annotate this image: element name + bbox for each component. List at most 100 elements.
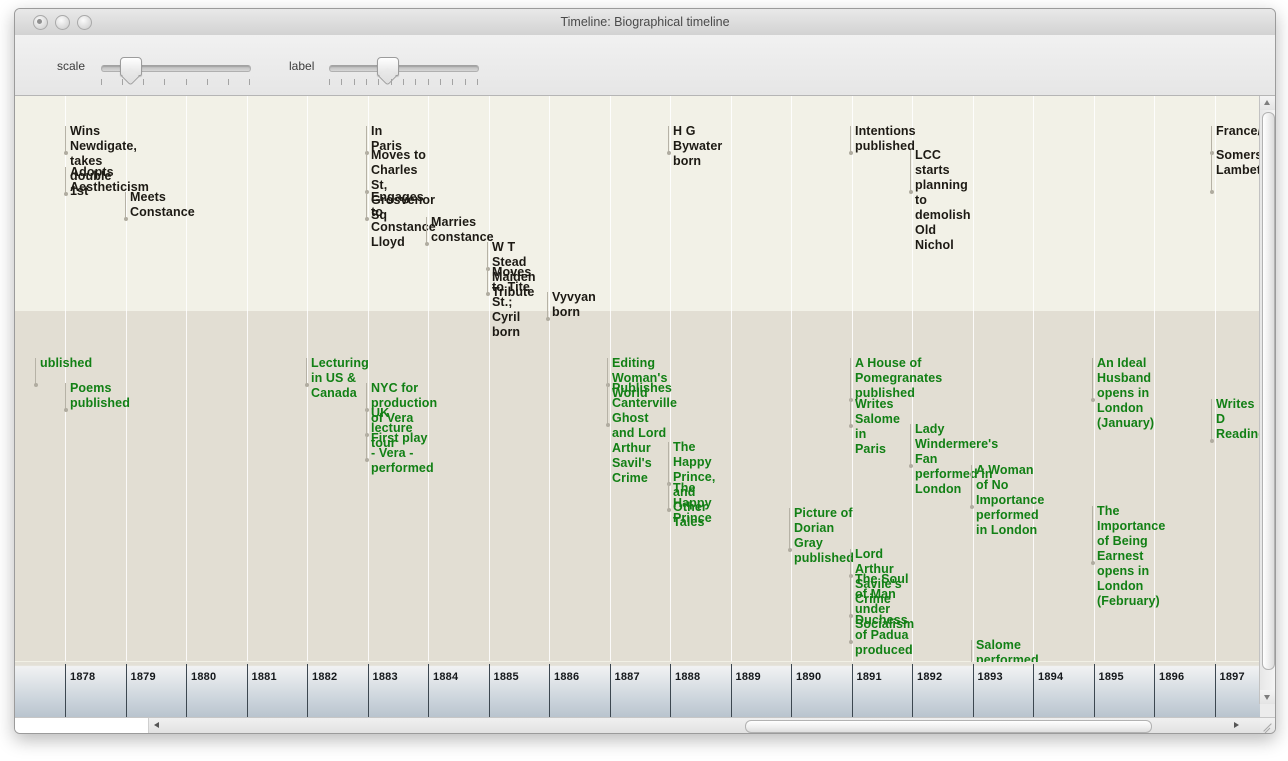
slider-tick: [477, 79, 478, 85]
year-label: 1882: [312, 671, 338, 683]
scroll-right-arrow-icon[interactable]: [1229, 718, 1245, 733]
event-label: Lecturing in US & Canada: [311, 356, 369, 400]
label-slider-group: label: [277, 35, 497, 95]
event-marker-dot: [1090, 561, 1095, 565]
year-label: 1883: [372, 671, 398, 683]
year-label: 1896: [1159, 671, 1185, 683]
year-separator: [186, 664, 187, 717]
event-marker-dot: [666, 508, 671, 512]
year-separator: [307, 664, 308, 717]
event-label: Somerse Lambeth: [1216, 148, 1260, 177]
vertical-scrollbar[interactable]: [1259, 96, 1275, 704]
window-title: Timeline: Biographical timeline: [560, 15, 730, 29]
slider-tick: [206, 79, 208, 85]
slider-tick: [440, 79, 441, 85]
event-tick-line: [65, 126, 66, 152]
year-separator: [851, 664, 853, 717]
year-separator: [65, 664, 66, 717]
year-gridline: [972, 96, 974, 661]
year-label: 1879: [130, 671, 156, 683]
slider-tick: [122, 79, 124, 85]
event-marker-dot: [908, 190, 913, 194]
timeline-viewport[interactable]: Wins Newdigate, takes double 1st Adopts A…: [15, 96, 1260, 704]
year-separator: [549, 664, 550, 717]
event-tick-line: [125, 192, 126, 218]
scroll-down-arrow-icon[interactable]: [1260, 690, 1275, 704]
year-separator: [1214, 664, 1216, 717]
slider-tick: [249, 79, 250, 85]
year-gridline: [307, 96, 308, 661]
event-tick-line: [366, 126, 367, 152]
event-marker-dot: [908, 464, 913, 468]
event-marker-dot: [63, 408, 68, 412]
event-label: Marries constance: [431, 215, 494, 244]
year-separator: [1093, 664, 1095, 717]
slider-tick: [403, 79, 404, 85]
event-tick-line: [607, 383, 608, 424]
label-slider-ticks: [329, 79, 478, 86]
year-separator: [488, 664, 490, 717]
slider-tick: [378, 79, 380, 85]
event-tick-line: [910, 424, 911, 465]
event-marker-dot: [787, 548, 792, 552]
year-axis[interactable]: 1878 1879 1880 1881 1882 1883 1884 1885 1886 1887…: [15, 662, 1260, 717]
event-label: Poems published: [70, 381, 130, 410]
event-marker-dot: [969, 505, 974, 509]
slider-tick: [452, 79, 454, 85]
year-gridline: [549, 96, 550, 661]
event-label: The Importance of Being Earnest opens in…: [1097, 504, 1166, 608]
label-slider-label: label: [289, 59, 315, 73]
year-separator: [246, 664, 248, 717]
event-tick-line: [850, 358, 851, 399]
event-marker-dot: [123, 217, 128, 221]
year-label: 1897: [1219, 671, 1245, 683]
event-tick-line: [850, 574, 851, 615]
slider-tick: [329, 79, 330, 85]
scroll-left-arrow-icon[interactable]: [149, 718, 165, 733]
event-tick-line: [366, 192, 367, 218]
slider-tick: [143, 79, 145, 85]
slider-tick: [390, 79, 392, 85]
event-marker-dot: [424, 242, 429, 246]
event-tick-line: [1092, 506, 1093, 562]
event-label: Duchess of Padua produced: [855, 613, 913, 657]
horizontal-scrollbar-thumb[interactable]: [745, 720, 1152, 733]
event-marker-dot: [485, 292, 490, 296]
slider-tick: [366, 79, 367, 85]
year-gridline: [730, 96, 732, 661]
event-tick-line: [607, 358, 608, 384]
window-resize-grip[interactable]: [1260, 718, 1275, 733]
event-marker-dot: [848, 640, 853, 644]
label-slider-knob[interactable]: [377, 57, 399, 76]
year-label: 1878: [70, 671, 96, 683]
event-marker-dot: [605, 423, 610, 427]
event-label: France/C: [1216, 124, 1260, 138]
vertical-scrollbar-thumb[interactable]: [1262, 112, 1275, 670]
event-label: Writes D Reading: [1216, 397, 1260, 441]
event-tick-line: [1211, 126, 1212, 152]
slider-tick: [341, 79, 343, 85]
year-label: 1884: [433, 671, 459, 683]
event-tick-line: [668, 126, 669, 152]
event-marker-dot: [63, 192, 68, 196]
year-label: 1881: [251, 671, 277, 683]
year-label: 1888: [675, 671, 701, 683]
event-label: Moves to Tite St.; Cyril born: [492, 265, 532, 339]
bottom-bar: [15, 717, 1275, 733]
scroll-up-arrow-icon[interactable]: [1260, 96, 1275, 110]
scale-slider-knob[interactable]: [120, 57, 142, 76]
event-tick-line: [65, 383, 66, 409]
label-slider-track[interactable]: [329, 65, 479, 72]
year-gridline: [1033, 96, 1034, 661]
event-tick-line: [1092, 358, 1093, 399]
event-tick-line: [850, 126, 851, 152]
year-label: 1885: [493, 671, 519, 683]
event-marker-dot: [666, 151, 671, 155]
event-marker-dot: [848, 424, 853, 428]
year-separator: [670, 664, 671, 717]
year-label: 1893: [977, 671, 1003, 683]
event-label: A Woman of No Importance performed in Lo…: [976, 463, 1045, 537]
event-tick-line: [35, 358, 36, 384]
event-tick-line: [366, 433, 367, 459]
slider-tick: [164, 79, 166, 85]
